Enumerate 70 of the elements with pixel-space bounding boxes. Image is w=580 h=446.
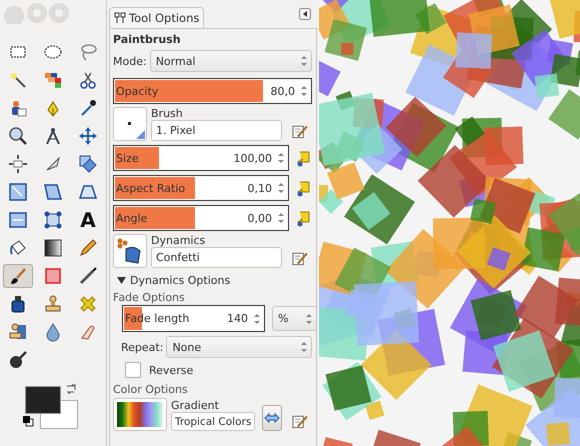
edit-icon[interactable] [292,250,308,266]
gradient-preview[interactable] [113,398,167,431]
unit-dropdown[interactable]: % [272,306,317,331]
edit-icon[interactable] [292,413,308,429]
bent-arrow-icon[interactable] [295,179,311,197]
flip-square-icon [8,210,28,230]
brush-dot-icon [128,122,145,139]
reverse-label: Reverse [149,364,194,376]
stamp-square-icon [8,322,28,342]
filled-square-icon [43,266,63,286]
swap-arrows-icon[interactable] [65,382,77,394]
reverse-gradient-button[interactable] [262,405,282,431]
compass-icon [43,126,63,146]
opacity-slider[interactable]: Opacity 80,0 [113,78,312,104]
dynamics-label: Dynamics [151,234,206,247]
gradient-square-icon [43,238,63,258]
mode-label: Mode: [113,54,147,68]
color-blocks-icon [43,70,63,90]
repeat-dropdown[interactable]: None [166,336,312,358]
spin-arrows-icon[interactable] [278,211,284,225]
cross-icon [78,294,98,314]
stamp-icon [43,294,63,314]
tool-options-tab[interactable]: Tool Options [109,7,204,28]
pencil-icon [78,238,98,258]
bent-arrow-icon[interactable] [295,149,311,167]
brush-preview[interactable] [113,107,147,141]
brush-field[interactable]: 1. Pixel [151,120,282,141]
section-heading: Color Options [113,383,189,396]
edit-icon[interactable] [292,123,308,139]
brush-label: Brush [151,107,184,120]
airbrush-icon [78,266,98,286]
panel-menu-button[interactable] [299,8,311,20]
color-swatches[interactable] [25,386,80,428]
tilted-square-icon [78,154,98,174]
spin-arrows-icon[interactable] [278,151,284,165]
spin-arrows-icon[interactable] [301,84,307,98]
repeat-label: Repeat: [121,340,164,354]
spin-arrows-icon[interactable] [301,54,307,68]
section-heading: Fade Options [113,291,186,304]
spin-arrows-icon[interactable] [306,312,312,326]
dynamics-options-expander[interactable]: Dynamics Options [117,274,312,287]
gradient-field[interactable]: Tropical Colors [171,412,255,431]
move-arrows-icon [78,126,98,146]
dynamics-preview[interactable] [113,234,147,268]
value-slider[interactable]: Size 100,00 [113,145,289,171]
default-colors-icon[interactable] [22,415,34,427]
spin-arrows-icon[interactable] [254,312,260,326]
spin-arrows-icon[interactable] [301,340,307,354]
spin-arrows-icon[interactable] [278,181,284,195]
magnifier-icon [8,126,28,146]
sliders-icon [114,12,126,24]
node-cage-icon [43,210,63,230]
triangle-icon [117,276,126,285]
paintbrush-icon [8,266,28,286]
double-arrow-icon [264,412,280,424]
mode-dropdown[interactable]: Normal [150,50,312,72]
gradient-label: Gradient [171,399,220,412]
tool-title: Paintbrush [113,33,182,48]
crosshair-arrows-icon [8,154,28,174]
paintbrush-tool[interactable] [3,264,33,288]
magic-wand-icon [8,70,28,90]
round-dodge-icon [8,350,28,370]
reverse-checkbox[interactable] [125,362,141,378]
resize-square-icon [8,182,28,202]
bent-arrow-icon[interactable] [295,209,311,227]
text-tool-button[interactable]: A [73,208,103,232]
value-slider[interactable]: Aspect Ratio 0,10 [113,175,289,201]
value-slider[interactable]: Angle 0,00 [113,205,289,231]
dynamics-field[interactable]: Confetti [151,247,282,268]
scissors-icon [78,70,98,90]
